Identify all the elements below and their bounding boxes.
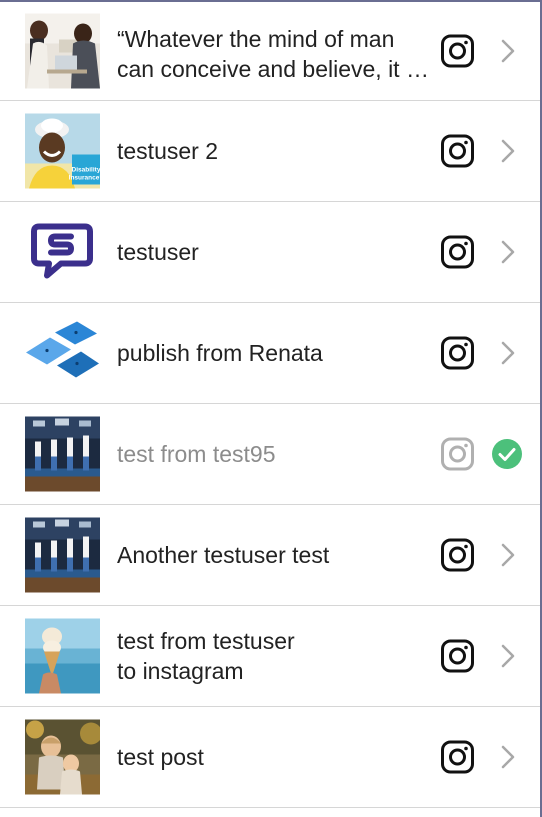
post-row[interactable]: testuser xyxy=(0,202,540,303)
instagram-icon xyxy=(440,134,475,169)
post-title-line: test post xyxy=(117,744,204,770)
post-title: test post xyxy=(117,742,429,772)
instagram-icon xyxy=(440,34,475,69)
basketball-arena-photo-thumbnail xyxy=(25,517,100,593)
chevron-right-icon[interactable] xyxy=(498,542,518,568)
post-title-line: Another testuser test xyxy=(117,542,330,568)
post-row[interactable]: publish from Renata xyxy=(0,303,540,404)
post-row[interactable]: test from testuser to instagram xyxy=(0,606,540,707)
instagram-icon xyxy=(440,235,475,270)
post-title: test from testuser to instagram xyxy=(117,626,429,686)
post-row[interactable]: test post xyxy=(0,707,540,808)
chevron-right-icon[interactable] xyxy=(498,744,518,770)
post-list: “Whatever the mind of man can conceive an… xyxy=(0,2,540,808)
children-autumn-photo-thumbnail xyxy=(25,719,100,795)
meeting-photo-thumbnail xyxy=(25,13,100,89)
post-title: test from test95 xyxy=(117,439,429,469)
blue-tiles-logo-thumbnail xyxy=(25,315,100,391)
post-title-line: test from testuser xyxy=(117,628,295,654)
basketball-arena-photo-thumbnail xyxy=(25,416,100,492)
post-title: Another testuser test xyxy=(117,540,429,570)
chevron-right-icon[interactable] xyxy=(498,340,518,366)
chevron-right-icon[interactable] xyxy=(498,239,518,265)
post-title: testuser xyxy=(117,237,429,267)
chevron-right-icon[interactable] xyxy=(498,138,518,164)
chevron-right-icon[interactable] xyxy=(498,643,518,669)
post-row[interactable]: “Whatever the mind of man can conceive an… xyxy=(0,2,540,101)
post-title-line: publish from Renata xyxy=(117,340,323,366)
post-title-line: test from test95 xyxy=(117,441,276,467)
thumb-caption-line-1: Disability xyxy=(72,167,100,174)
post-row[interactable]: Disability Insurance? testuser 2 xyxy=(0,101,540,202)
disability-insurance-photo-thumbnail: Disability Insurance? xyxy=(25,113,100,189)
chat-logo-thumbnail xyxy=(25,214,100,290)
published-check-icon xyxy=(491,438,523,470)
post-title-line: can conceive and believe, it c... xyxy=(117,56,429,82)
post-row[interactable]: test from test95 xyxy=(0,404,540,505)
chevron-right-icon[interactable] xyxy=(498,38,518,64)
ice-cream-beach-photo-thumbnail xyxy=(25,618,100,694)
instagram-icon xyxy=(440,437,475,472)
post-title: “Whatever the mind of man can conceive an… xyxy=(117,24,429,84)
post-title-line: testuser xyxy=(117,239,199,265)
post-title: testuser 2 xyxy=(117,136,429,166)
post-row[interactable]: Another testuser test xyxy=(0,505,540,606)
post-title: publish from Renata xyxy=(117,338,429,368)
thumb-caption-line-2: Insurance? xyxy=(69,175,100,182)
instagram-icon xyxy=(440,336,475,371)
post-title-line: “Whatever the mind of man xyxy=(117,26,395,52)
instagram-icon xyxy=(440,639,475,674)
post-title-line: to instagram xyxy=(117,658,244,684)
instagram-icon xyxy=(440,740,475,775)
post-list-screen: “Whatever the mind of man can conceive an… xyxy=(0,0,542,817)
instagram-icon xyxy=(440,538,475,573)
post-title-line: testuser 2 xyxy=(117,138,218,164)
